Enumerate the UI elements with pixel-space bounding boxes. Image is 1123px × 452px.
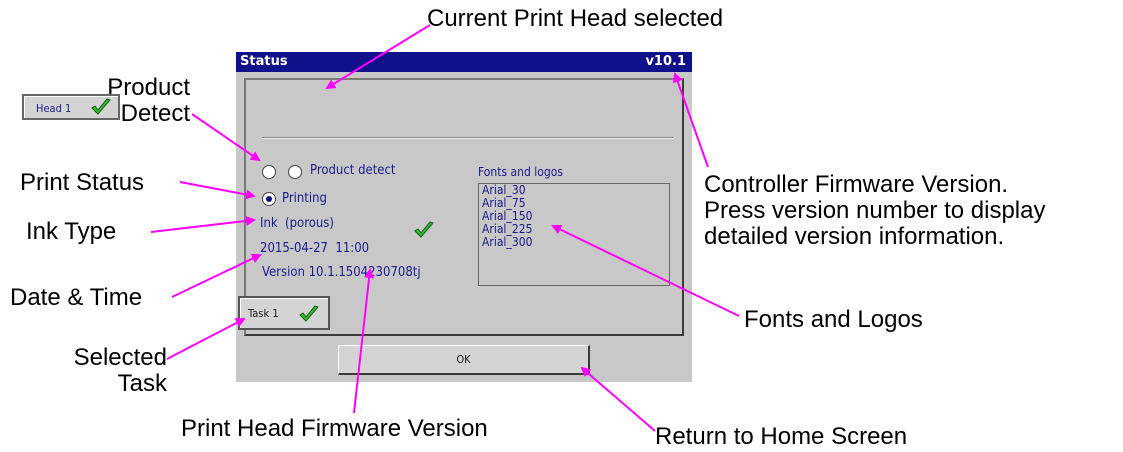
callout-selected-task: Selected Task (47, 345, 167, 397)
window-title: Status (240, 54, 288, 69)
head-firmware-version: Version 10.1.1504230708tj (262, 265, 421, 280)
ink-ok-icon (414, 221, 434, 238)
callout-date-time: Date & Time (10, 284, 143, 311)
product-detect-indicator (262, 165, 276, 179)
printing-label: Printing (282, 191, 327, 206)
callout-controller-firmware: Controller Firmware Version. Press versi… (704, 172, 1116, 250)
callout-controller-firmware-text: Controller Firmware Version. Press versi… (704, 171, 1046, 250)
callout-print-status: Print Status (20, 169, 145, 196)
check-icon (91, 98, 111, 115)
ok-button[interactable]: OK (338, 345, 590, 375)
title-bar: Status v10.1 (236, 52, 692, 72)
product-detect-label: Product detect (310, 163, 396, 178)
check-icon (299, 305, 319, 322)
fonts-list[interactable]: Arial_30 Arial_75 Arial_150 Arial_225 Ar… (478, 183, 670, 286)
task-button-label: Task 1 (248, 307, 279, 320)
arrow-selected-task (166, 318, 246, 360)
divider (262, 137, 673, 139)
list-item[interactable]: Arial_300 (479, 236, 669, 249)
fonts-header: Fonts and logos (478, 165, 563, 179)
ink-type-text: Ink (porous) (260, 216, 334, 231)
callout-selected-task-text: Selected Task (73, 344, 167, 397)
callout-ink-type: Ink Type (26, 218, 117, 245)
task-button[interactable]: Task 1 (238, 296, 330, 330)
date-time-text: 2015-04-27 11:00 (260, 241, 370, 256)
head-tab[interactable]: Head 1 (22, 94, 120, 120)
callout-current-head: Current Print Head selected (427, 5, 724, 32)
callout-head-firmware: Print Head Firmware Version (181, 415, 488, 442)
product-detect-radio (288, 165, 302, 179)
callout-return-home: Return to Home Screen (655, 423, 908, 450)
printing-radio (262, 192, 276, 206)
head-tab-label: Head 1 (36, 102, 72, 115)
callout-fonts-logos: Fonts and Logos (744, 306, 923, 333)
ok-button-label: OK (456, 353, 471, 366)
controller-version-button[interactable]: v10.1 (645, 54, 686, 69)
